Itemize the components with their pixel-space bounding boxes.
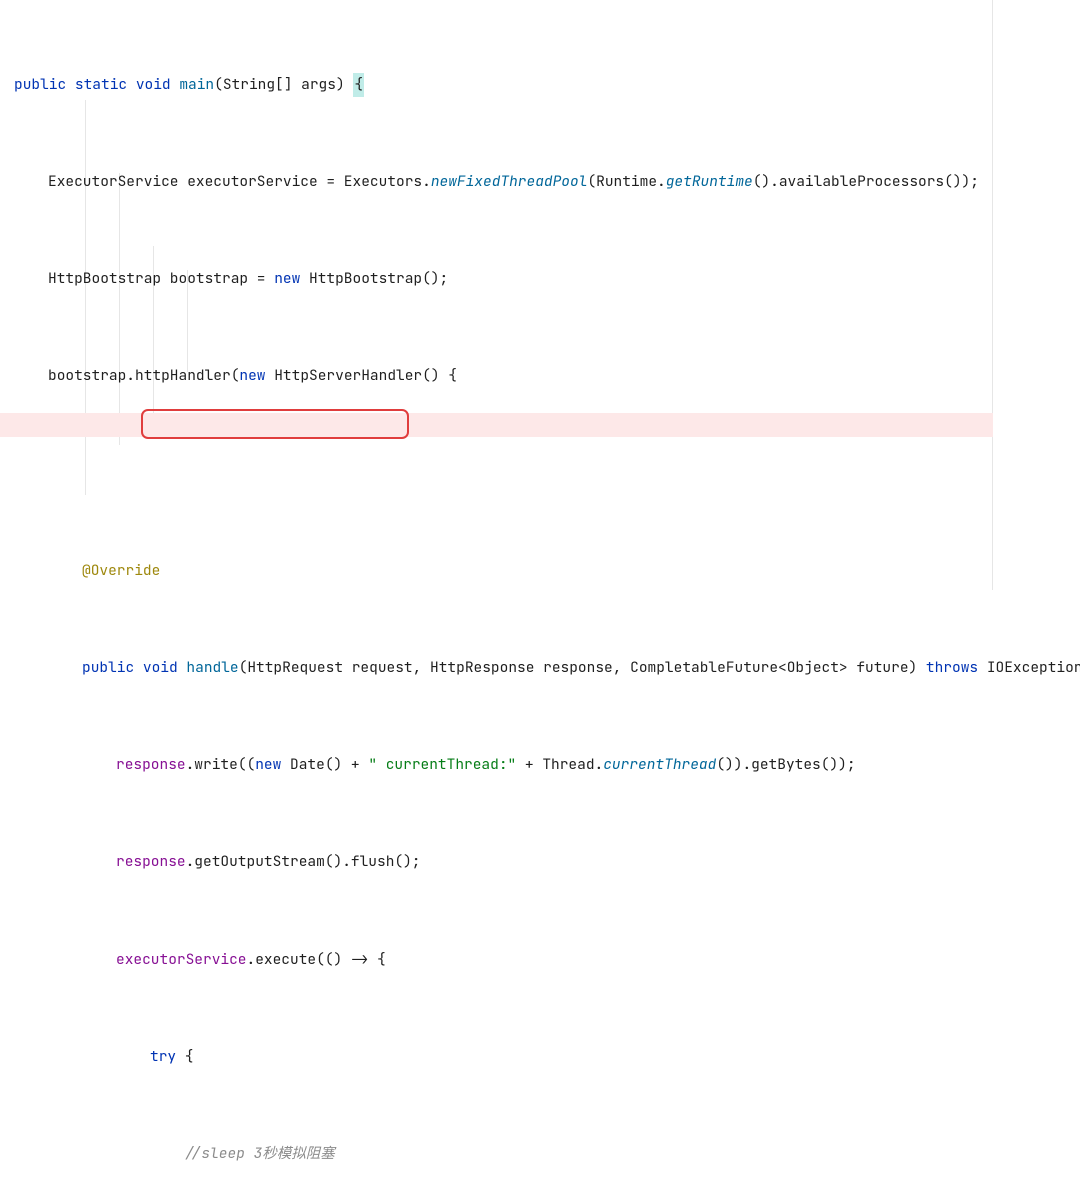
code-line: @Override [82, 559, 160, 583]
code-line: bootstrap.httpHandler(new HttpServerHand… [48, 364, 457, 388]
cursor: { [353, 73, 364, 97]
code-line: public static void main(String[] args) { [14, 73, 364, 97]
code-editor[interactable]: public static void main(String[] args) {… [0, 0, 1080, 1180]
code-line: //sleep 3秒模拟阻塞 [184, 1142, 335, 1166]
code-line: try { [150, 1045, 194, 1069]
code-line: executorService.execute(() -> { [116, 948, 386, 972]
code-line: ExecutorService executorService = Execut… [48, 170, 979, 194]
code-line: response.write((new Date() + " currentTh… [116, 753, 856, 777]
code-line: HttpBootstrap bootstrap = new HttpBootst… [48, 267, 448, 291]
code-line: public void handle(HttpRequest request, … [82, 656, 1080, 680]
code-line: response.getOutputStream().flush(); [116, 850, 421, 874]
